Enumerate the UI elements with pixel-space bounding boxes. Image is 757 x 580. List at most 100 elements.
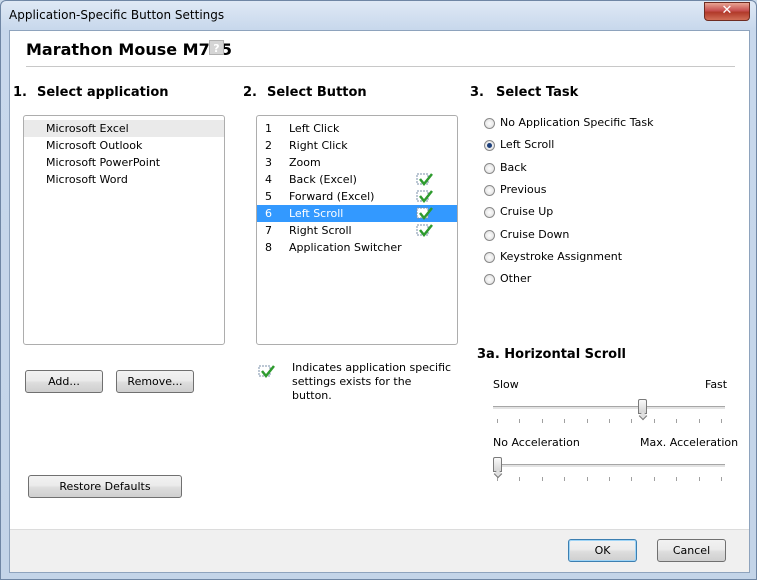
application-item-label: Microsoft Excel (46, 122, 129, 135)
slider-tick (541, 419, 543, 423)
slider-tick (564, 477, 566, 481)
app-specific-check-icon (416, 190, 433, 204)
radio-button[interactable] (484, 162, 495, 174)
button-item-number: 5 (265, 190, 272, 203)
button-item[interactable]: 8 Application Switcher (257, 239, 457, 256)
radio-button[interactable] (484, 229, 495, 241)
slider-tick (653, 477, 655, 481)
slider-tick (653, 419, 655, 423)
radio-button[interactable] (484, 207, 495, 219)
slider-tick (609, 477, 610, 481)
app-specific-check-icon (258, 365, 275, 379)
slider-thumb[interactable] (637, 399, 647, 414)
radio-button[interactable] (484, 251, 495, 263)
slider-track[interactable] (493, 464, 725, 467)
slider-thumb[interactable] (493, 457, 502, 472)
device-title: Marathon Mouse M705 (26, 40, 232, 59)
application-item[interactable]: Microsoft Word (24, 171, 224, 188)
application-item[interactable]: Microsoft Excel (24, 120, 224, 137)
button-item-label: Forward (Excel) (289, 190, 375, 203)
ok-button[interactable]: OK (568, 539, 637, 562)
button-item-label: Application Switcher (289, 241, 402, 254)
button-item-label: Right Click (289, 139, 348, 152)
task-option-label: Back (500, 160, 527, 174)
dialog-window: Application-Specific Button Settings ✕ M… (0, 0, 757, 580)
button-item[interactable]: 6 Left Scroll (257, 205, 457, 222)
app-specific-check-icon (416, 224, 433, 238)
help-icon[interactable]: ? (209, 40, 224, 55)
button-item-number: 2 (265, 139, 272, 152)
button-list[interactable]: 1 Left Click 2 Right Click 3 Zoom 4 Back (Excel… (256, 115, 458, 345)
section3a-title: 3a. Horizontal Scroll (477, 347, 627, 362)
slider-tick (519, 419, 521, 423)
slider-tick (541, 477, 543, 481)
close-button[interactable]: ✕ (704, 2, 750, 21)
application-item[interactable]: Microsoft Outlook (24, 137, 224, 154)
acceleration-max-label: Max. Acceleration (640, 436, 739, 449)
button-item-number: 1 (265, 122, 272, 135)
task-option-label: Previous (500, 182, 547, 196)
button-item[interactable]: 3 Zoom (257, 154, 457, 171)
application-item-label: Microsoft Outlook (46, 139, 143, 152)
slider-tick (721, 419, 722, 423)
button-item[interactable]: 4 Back (Excel) (257, 171, 457, 188)
button-item-number: 8 (265, 241, 272, 254)
slider-tick (631, 419, 633, 423)
dialog-client: Marathon Mouse M705 ? 1. Select applicat… (9, 30, 750, 573)
slider-tick (631, 477, 633, 481)
slider-track[interactable] (493, 406, 725, 409)
section3-number: 3. (470, 85, 484, 100)
task-option-label: No Application Specific Task (500, 116, 654, 129)
section2-title: Select Button (267, 85, 367, 100)
section1-title: Select application (37, 85, 169, 100)
cancel-button[interactable]: Cancel (657, 539, 726, 562)
button-item[interactable]: 1 Left Click (257, 120, 457, 137)
app-specific-note: Indicates application specific settings … (292, 361, 452, 402)
button-item-number: 4 (265, 173, 272, 186)
app-specific-check-icon (416, 207, 433, 221)
button-item[interactable]: 5 Forward (Excel) (257, 188, 457, 205)
speed-slider[interactable] (493, 399, 725, 427)
slider-tick (609, 419, 610, 423)
window-title: Application-Specific Button Settings (9, 8, 225, 22)
add-button[interactable]: Add... (25, 370, 103, 393)
slider-tick (676, 477, 678, 481)
radio-button[interactable] (484, 184, 495, 196)
restore-defaults-button[interactable]: Restore Defaults (28, 475, 182, 498)
slider-tick (519, 477, 521, 481)
radio-button[interactable] (484, 118, 495, 129)
slider-tick (586, 477, 588, 481)
acceleration-min-label: No Acceleration (493, 436, 580, 449)
button-item-label: Left Scroll (289, 207, 344, 220)
divider (26, 66, 735, 67)
task-option-label: Cruise Up (500, 205, 554, 219)
radio-button[interactable] (484, 140, 495, 152)
section3-title: Select Task (496, 85, 579, 100)
button-item-number: 6 (265, 207, 272, 220)
application-item[interactable]: Microsoft PowerPoint (24, 154, 224, 171)
slider-tick (698, 477, 700, 481)
application-item-label: Microsoft PowerPoint (46, 156, 161, 169)
task-option-label: Cruise Down (500, 227, 570, 241)
button-item-label: Back (Excel) (289, 173, 357, 186)
button-item[interactable]: 7 Right Scroll (257, 222, 457, 239)
button-item-label: Left Click (289, 122, 340, 135)
application-list[interactable]: Microsoft Excel Microsoft Outlook Microsof… (23, 115, 225, 345)
task-option-label: Other (500, 272, 532, 286)
section2-number: 2. (243, 85, 257, 100)
button-item-label: Right Scroll (289, 224, 352, 237)
radio-button[interactable] (484, 274, 495, 286)
app-specific-check-icon (416, 173, 433, 187)
button-item-label: Zoom (289, 156, 321, 169)
slider-tick (564, 419, 566, 423)
speed-max-label: Fast (705, 378, 728, 391)
remove-button[interactable]: Remove... (116, 370, 194, 393)
task-option-label: Keystroke Assignment (500, 249, 623, 263)
button-item-number: 7 (265, 224, 272, 237)
acceleration-slider[interactable] (493, 457, 725, 485)
slider-tick (721, 477, 722, 481)
slider-tick (698, 419, 700, 423)
button-item[interactable]: 2 Right Click (257, 137, 457, 154)
button-item-number: 3 (265, 156, 272, 169)
speed-min-label: Slow (493, 378, 519, 391)
